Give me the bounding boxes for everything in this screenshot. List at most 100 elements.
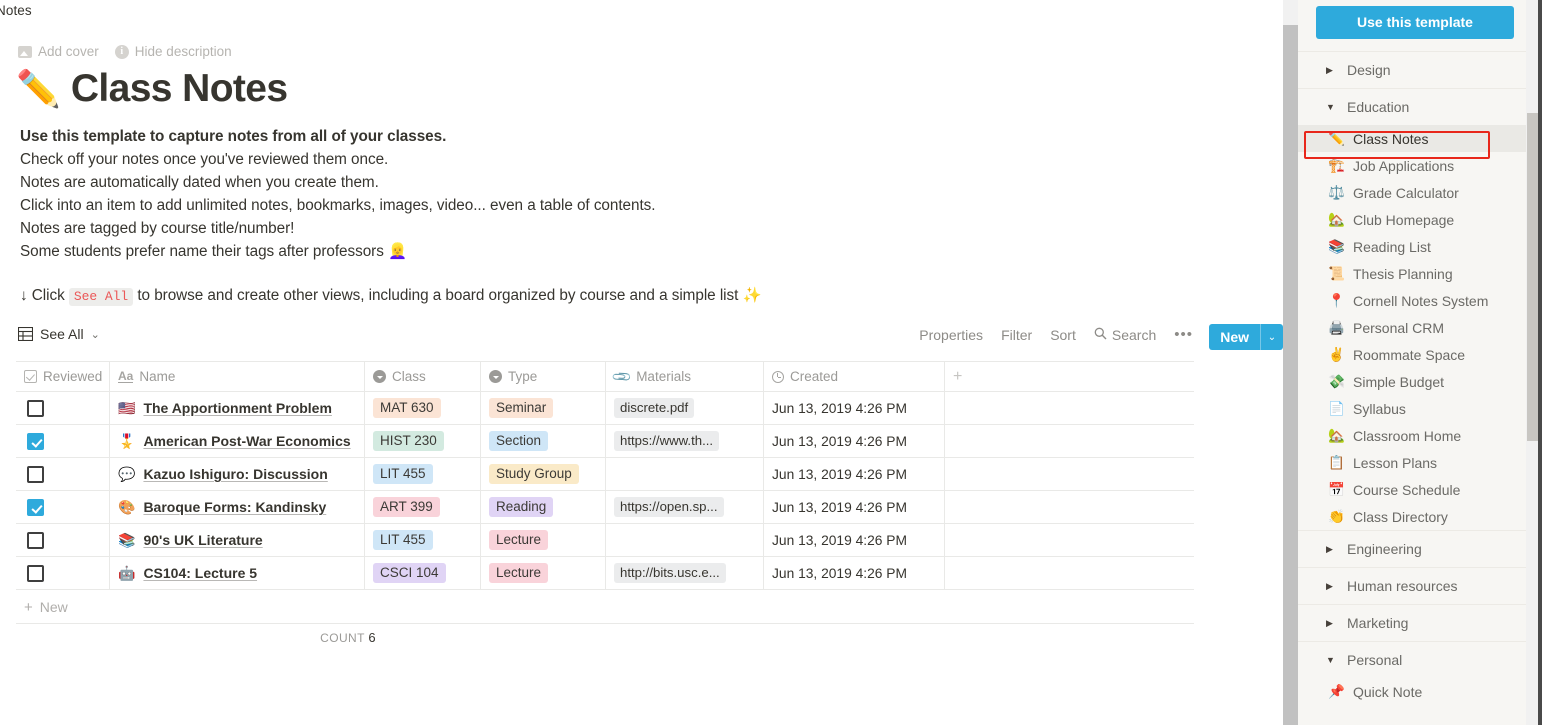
sidebar-item-class-notes[interactable]: ✏️Class Notes — [1298, 125, 1526, 152]
row-name-link[interactable]: Baroque Forms: Kandinsky — [143, 499, 326, 515]
search-button[interactable]: Search — [1094, 327, 1156, 343]
cell-created[interactable]: Jun 13, 2019 4:26 PM — [764, 392, 945, 424]
main-scrollbar-thumb[interactable] — [1283, 25, 1298, 725]
sidebar-item-quick-note[interactable]: 📌Quick Note — [1298, 678, 1526, 705]
table-row[interactable]: 🎖️American Post-War EconomicsHIST 230Sec… — [16, 425, 1194, 458]
column-header-created[interactable]: Created — [764, 362, 945, 391]
cell-empty[interactable] — [945, 524, 1194, 556]
cell-class[interactable]: LIT 455 — [365, 458, 481, 490]
cell-name[interactable]: 🎖️American Post-War Economics — [110, 425, 365, 457]
group-header-education[interactable]: ▼Education — [1298, 89, 1526, 125]
cell-created[interactable]: Jun 13, 2019 4:26 PM — [764, 425, 945, 457]
new-button[interactable]: New ⌄ — [1209, 324, 1283, 350]
table-row[interactable]: 📚90's UK LiteratureLIT 455LectureJun 13,… — [16, 524, 1194, 557]
reviewed-checkbox[interactable] — [27, 400, 44, 417]
row-count[interactable]: COUNT 6 — [16, 630, 376, 645]
group-header-personal[interactable]: ▼Personal — [1298, 642, 1526, 678]
group-header-human-resources[interactable]: ▶Human resources — [1298, 568, 1526, 604]
cell-materials[interactable] — [606, 458, 764, 490]
group-header-engineering[interactable]: ▶Engineering — [1298, 531, 1526, 567]
new-row-button[interactable]: + New — [16, 591, 1194, 624]
cell-reviewed[interactable] — [16, 491, 110, 523]
cell-reviewed[interactable] — [16, 392, 110, 424]
column-header-name[interactable]: Aa Name — [110, 362, 365, 391]
group-header-design[interactable]: ▶Design — [1298, 52, 1526, 88]
cell-name[interactable]: 🎨Baroque Forms: Kandinsky — [110, 491, 365, 523]
cell-class[interactable]: HIST 230 — [365, 425, 481, 457]
cell-empty[interactable] — [945, 392, 1194, 424]
page-emoji-icon[interactable]: ✏️ — [16, 71, 61, 107]
main-scrollbar[interactable] — [1283, 0, 1298, 725]
sidebar-item-classroom-home[interactable]: 🏡Classroom Home — [1298, 422, 1526, 449]
row-name-link[interactable]: 90's UK Literature — [143, 532, 262, 548]
column-header-reviewed[interactable]: Reviewed — [16, 362, 110, 391]
sidebar-item-class-directory[interactable]: 👏Class Directory — [1298, 503, 1526, 530]
cell-type[interactable]: Study Group — [481, 458, 606, 490]
row-name-link[interactable]: Kazuo Ishiguro: Discussion — [143, 466, 327, 482]
cell-reviewed[interactable] — [16, 458, 110, 490]
cell-class[interactable]: CSCI 104 — [365, 557, 481, 589]
cell-empty[interactable] — [945, 557, 1194, 589]
reviewed-checkbox[interactable] — [27, 499, 44, 516]
row-name-link[interactable]: CS104: Lecture 5 — [143, 565, 257, 581]
cell-created[interactable]: Jun 13, 2019 4:26 PM — [764, 491, 945, 523]
reviewed-checkbox[interactable] — [27, 466, 44, 483]
page-title[interactable]: Class Notes — [71, 68, 288, 111]
column-header-type[interactable]: Type — [481, 362, 606, 391]
sidebar-item-cornell-notes-system[interactable]: 📍Cornell Notes System — [1298, 287, 1526, 314]
add-cover-button[interactable]: Add cover — [18, 44, 99, 59]
cell-reviewed[interactable] — [16, 425, 110, 457]
sidebar-item-club-homepage[interactable]: 🏡Club Homepage — [1298, 206, 1526, 233]
sidebar-item-thesis-planning[interactable]: 📜Thesis Planning — [1298, 260, 1526, 287]
sidebar-item-syllabus[interactable]: 📄Syllabus — [1298, 395, 1526, 422]
table-row[interactable]: 🤖CS104: Lecture 5CSCI 104Lecturehttp://b… — [16, 557, 1194, 590]
cell-type[interactable]: Section — [481, 425, 606, 457]
cell-class[interactable]: ART 399 — [365, 491, 481, 523]
chevron-down-icon[interactable]: ⌄ — [1261, 324, 1283, 350]
column-header-materials[interactable]: 📎 Materials — [606, 362, 764, 391]
reviewed-checkbox[interactable] — [27, 433, 44, 450]
hide-description-button[interactable]: i Hide description — [115, 44, 232, 59]
cell-materials[interactable]: https://open.sp... — [606, 491, 764, 523]
cell-materials[interactable]: https://www.th... — [606, 425, 764, 457]
sidebar-item-personal-crm[interactable]: 🖨️Personal CRM — [1298, 314, 1526, 341]
table-row[interactable]: 🇺🇸The Apportionment ProblemMAT 630Semina… — [16, 392, 1194, 425]
cell-name[interactable]: 🇺🇸The Apportionment Problem — [110, 392, 365, 424]
table-row[interactable]: 🎨Baroque Forms: KandinskyART 399Readingh… — [16, 491, 1194, 524]
reviewed-checkbox[interactable] — [27, 565, 44, 582]
cell-reviewed[interactable] — [16, 557, 110, 589]
view-selector[interactable]: See All ⌄ — [18, 326, 100, 342]
reviewed-checkbox[interactable] — [27, 532, 44, 549]
cell-type[interactable]: Lecture — [481, 557, 606, 589]
row-name-link[interactable]: The Apportionment Problem — [143, 400, 331, 416]
sidebar-item-grade-calculator[interactable]: ⚖️Grade Calculator — [1298, 179, 1526, 206]
group-header-marketing[interactable]: ▶Marketing — [1298, 605, 1526, 641]
breadcrumb[interactable]: Notes — [0, 3, 32, 18]
cell-type[interactable]: Seminar — [481, 392, 606, 424]
cell-class[interactable]: MAT 630 — [365, 392, 481, 424]
cell-type[interactable]: Lecture — [481, 524, 606, 556]
use-this-template-button[interactable]: Use this template — [1316, 6, 1514, 39]
cell-name[interactable]: 💬Kazuo Ishiguro: Discussion — [110, 458, 365, 490]
sidebar-item-simple-budget[interactable]: 💸Simple Budget — [1298, 368, 1526, 395]
cell-created[interactable]: Jun 13, 2019 4:26 PM — [764, 524, 945, 556]
cell-empty[interactable] — [945, 458, 1194, 490]
cell-type[interactable]: Reading — [481, 491, 606, 523]
sidebar-item-course-schedule[interactable]: 📅Course Schedule — [1298, 476, 1526, 503]
cell-reviewed[interactable] — [16, 524, 110, 556]
filter-button[interactable]: Filter — [1001, 327, 1032, 343]
sidebar-item-roommate-space[interactable]: ✌️Roommate Space — [1298, 341, 1526, 368]
more-options-icon[interactable]: ••• — [1174, 326, 1193, 343]
cell-materials[interactable]: discrete.pdf — [606, 392, 764, 424]
cell-empty[interactable] — [945, 425, 1194, 457]
column-header-class[interactable]: Class — [365, 362, 481, 391]
sidebar-item-lesson-plans[interactable]: 📋Lesson Plans — [1298, 449, 1526, 476]
sidebar-item-reading-list[interactable]: 📚Reading List — [1298, 233, 1526, 260]
row-name-link[interactable]: American Post-War Economics — [143, 433, 350, 449]
cell-created[interactable]: Jun 13, 2019 4:26 PM — [764, 557, 945, 589]
cell-name[interactable]: 🤖CS104: Lecture 5 — [110, 557, 365, 589]
cell-class[interactable]: LIT 455 — [365, 524, 481, 556]
properties-button[interactable]: Properties — [919, 327, 983, 343]
sort-button[interactable]: Sort — [1050, 327, 1076, 343]
cell-materials[interactable]: http://bits.usc.e... — [606, 557, 764, 589]
